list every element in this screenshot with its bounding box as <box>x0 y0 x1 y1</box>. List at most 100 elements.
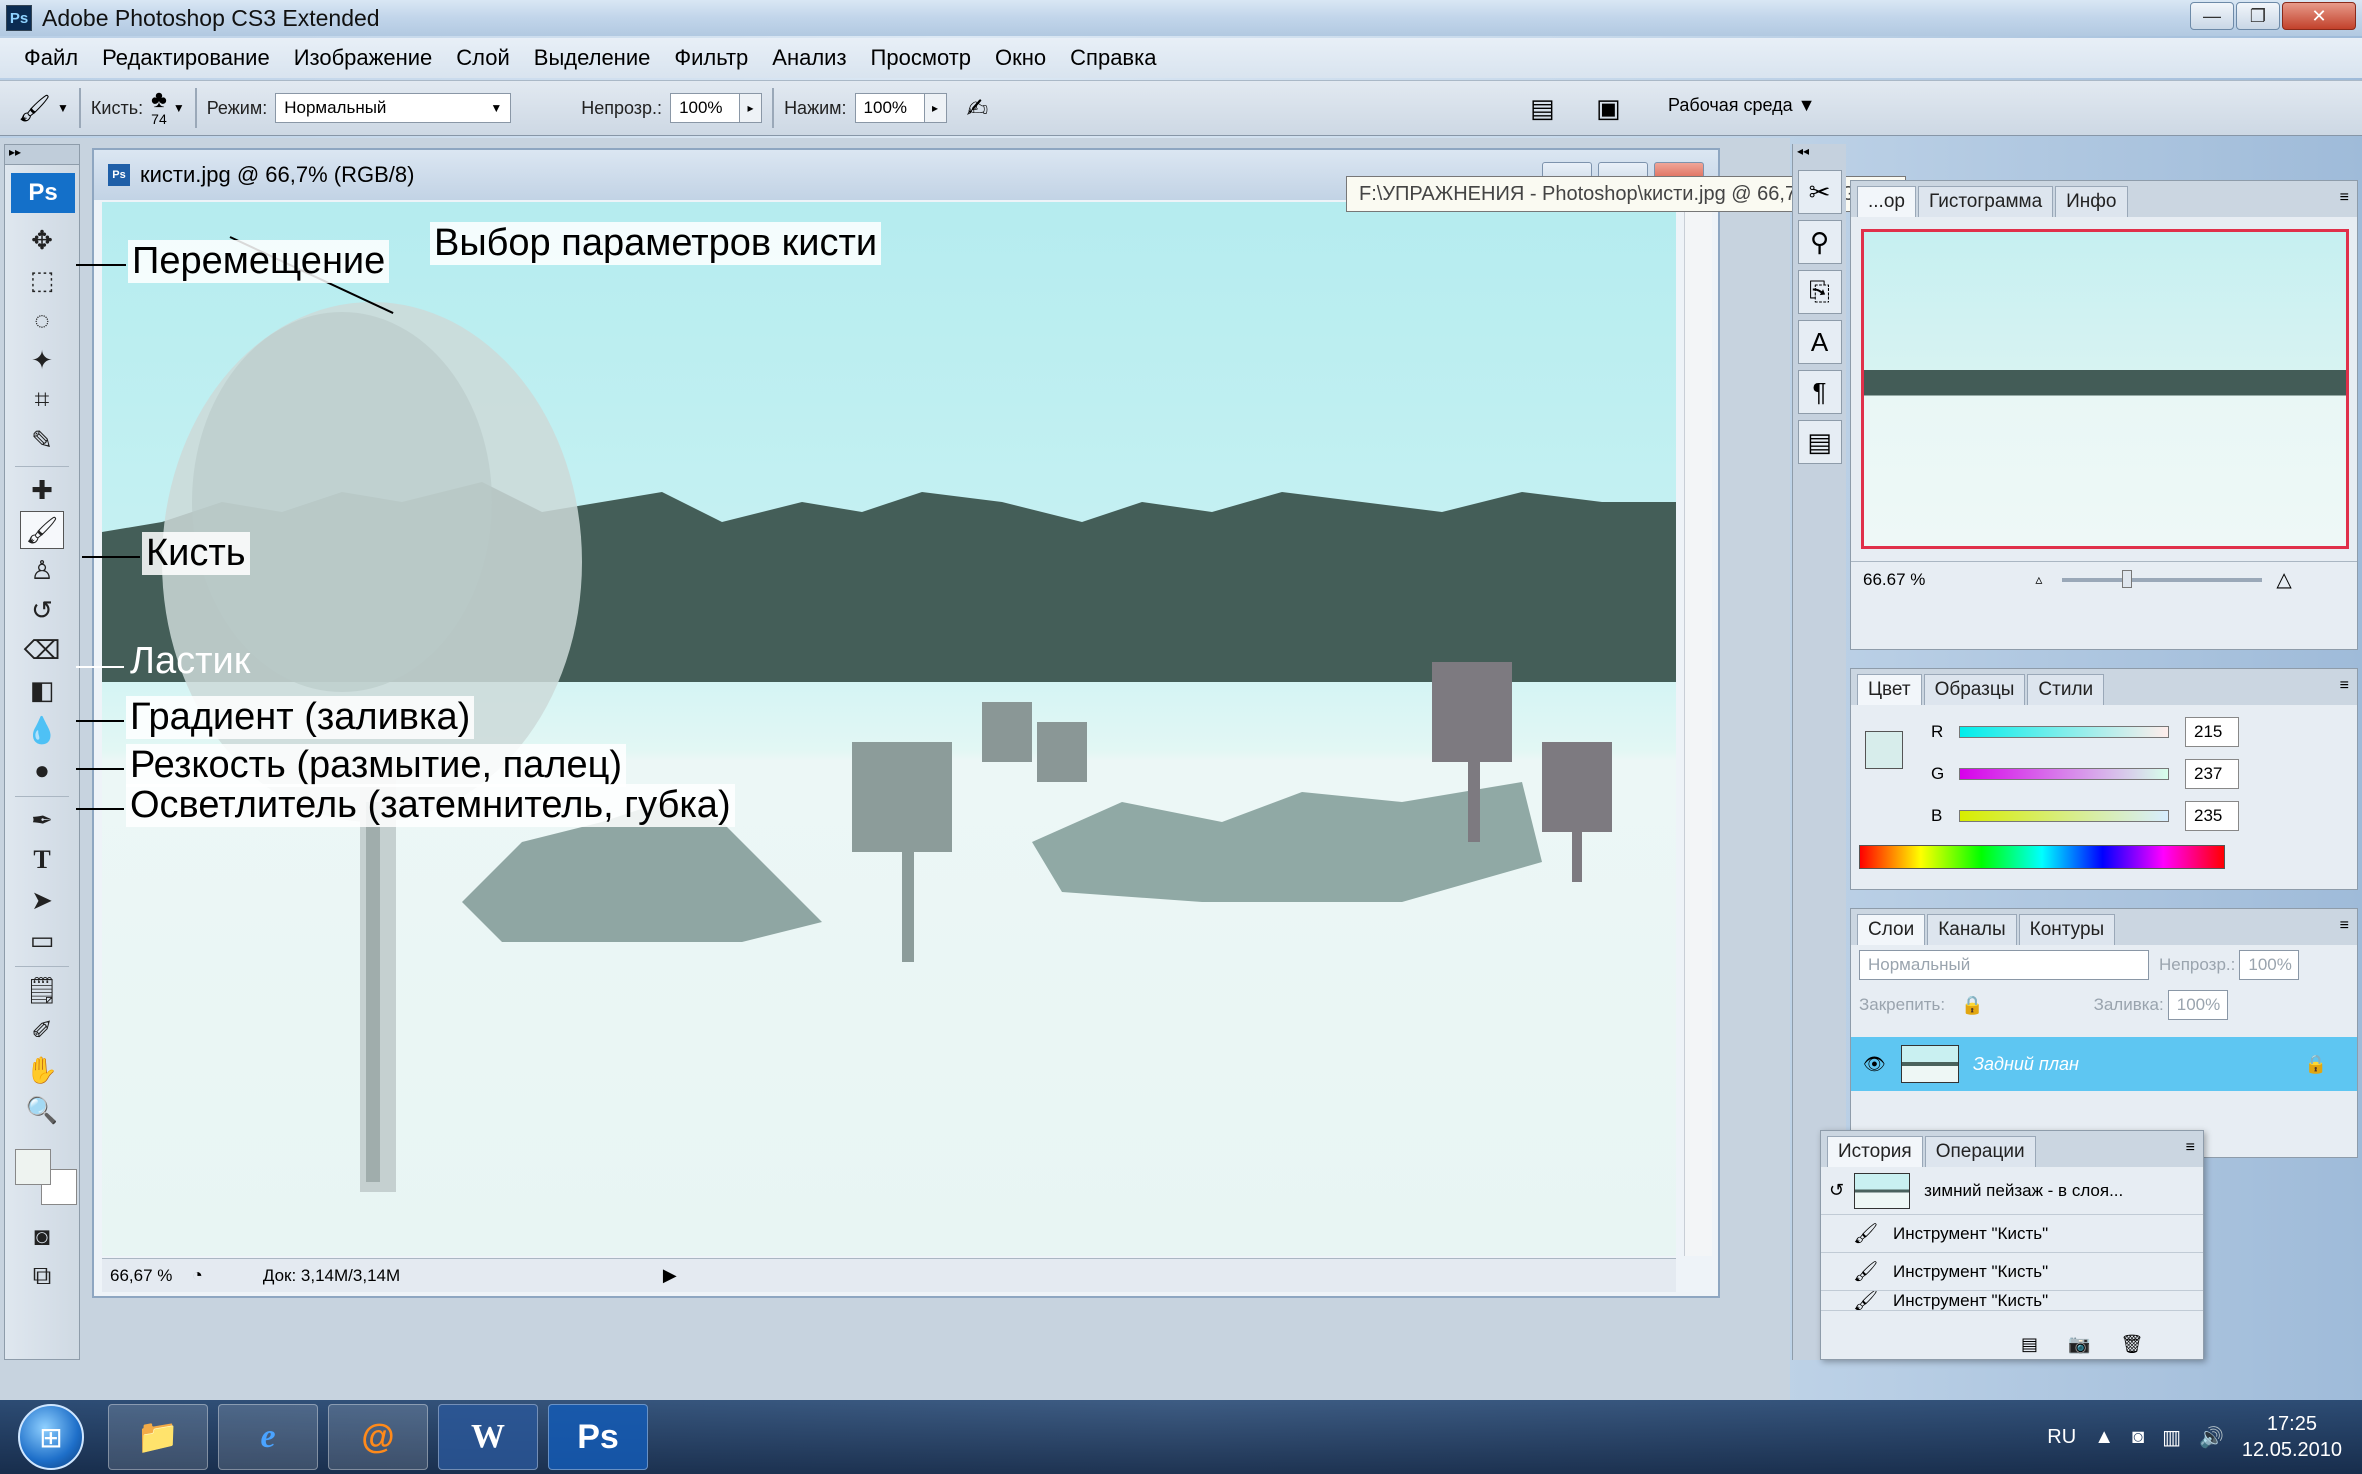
tools-panel-grip[interactable]: ▸▸ <box>5 145 79 165</box>
tab-info[interactable]: Инфо <box>2055 186 2128 217</box>
menu-layer[interactable]: Слой <box>444 41 522 75</box>
tab-channels[interactable]: Каналы <box>1927 914 2017 945</box>
history-panel-menu-icon[interactable]: ≡ <box>2186 1139 2195 1157</box>
zoom-slider[interactable] <box>2062 569 2263 588</box>
menu-help[interactable]: Справка <box>1058 41 1168 75</box>
notes-tool-icon[interactable]: 🗒 <box>20 971 64 1009</box>
tab-swatches[interactable]: Образцы <box>1923 674 2026 705</box>
workspace-menu[interactable]: Рабочая среда ▼ <box>1668 95 1815 116</box>
ie-taskbar-button[interactable]: e <box>218 1404 318 1470</box>
menu-image[interactable]: Изображение <box>282 41 445 75</box>
green-slider[interactable] <box>1959 768 2169 780</box>
clone-source-icon[interactable]: ⎘ <box>1797 270 1842 314</box>
color-spectrum[interactable] <box>1859 845 2225 869</box>
path-selection-tool-icon[interactable]: ➤ <box>20 881 64 919</box>
vertical-scrollbar[interactable] <box>1684 202 1712 1256</box>
red-slider[interactable] <box>1959 726 2169 738</box>
status-options-icon[interactable]: ◔ <box>192 1265 203 1286</box>
layer-row[interactable]: 👁 Задний план 🔒 <box>1851 1037 2357 1091</box>
move-tool-icon[interactable]: ✥ <box>20 221 64 259</box>
new-snapshot-icon[interactable]: 📷 <box>2068 1334 2090 1355</box>
tab-color[interactable]: Цвет <box>1857 674 1922 705</box>
language-indicator[interactable]: RU <box>2047 1426 2076 1449</box>
panel-menu-icon[interactable]: ≡ <box>2340 189 2349 207</box>
red-value[interactable]: 215 <box>2185 717 2239 747</box>
lock-icon[interactable]: 🔒 <box>1961 995 1983 1016</box>
tab-navigator[interactable]: ...ор <box>1857 186 1916 217</box>
eye-icon[interactable]: 👁 <box>1863 1054 1886 1075</box>
clone-stamp-tool-icon[interactable]: ♙ <box>20 551 64 589</box>
bridge-icon[interactable]: ▣ <box>1596 93 1621 124</box>
menu-file[interactable]: Файл <box>12 41 90 75</box>
start-button[interactable]: ⊞ <box>18 1404 84 1470</box>
tab-paths[interactable]: Контуры <box>2018 914 2116 945</box>
tab-styles[interactable]: Стили <box>2027 674 2105 705</box>
slice-tool-icon[interactable]: ✎ <box>20 421 64 459</box>
layer-comps-icon[interactable]: ▤ <box>1797 420 1842 464</box>
palette-well-icon[interactable]: ▤ <box>1530 93 1555 124</box>
menu-select[interactable]: Выделение <box>522 41 663 75</box>
type-tool-icon[interactable]: T <box>20 841 64 879</box>
photoshop-taskbar-button[interactable]: Ps <box>548 1404 648 1470</box>
screen-mode-icon[interactable]: ⧉ <box>20 1257 64 1295</box>
eyedropper-tool-icon[interactable]: ✐ <box>20 1011 64 1049</box>
shape-tool-icon[interactable]: ▭ <box>20 921 64 959</box>
close-button[interactable]: ✕ <box>2282 2 2356 30</box>
airbrush-icon[interactable]: ✍ <box>967 93 989 124</box>
tab-histogram[interactable]: Гистограмма <box>1917 186 2054 217</box>
navigator-zoom[interactable]: 66.67 % <box>1863 570 1925 590</box>
marquee-tool-icon[interactable]: ⬚ <box>20 261 64 299</box>
zoom-level[interactable]: 66,67 % <box>102 1266 192 1286</box>
navigator-preview[interactable] <box>1861 229 2349 549</box>
foreground-color-chip[interactable] <box>1865 731 1903 769</box>
menu-view[interactable]: Просмотр <box>859 41 983 75</box>
ps-logo[interactable]: Ps <box>11 173 75 213</box>
green-value[interactable]: 237 <box>2185 759 2239 789</box>
paragraph-icon[interactable]: ¶ <box>1797 370 1842 414</box>
trash-icon[interactable]: 🗑 <box>2120 1334 2143 1355</box>
history-brush-tool-icon[interactable]: ↺ <box>20 591 64 629</box>
history-brush-source-icon[interactable]: ↺ <box>1829 1180 1844 1201</box>
mail-taskbar-button[interactable]: @ <box>328 1404 428 1470</box>
tab-history[interactable]: История <box>1827 1136 1923 1167</box>
lasso-tool-icon[interactable]: ◌ <box>20 301 64 339</box>
color-panel-menu-icon[interactable]: ≡ <box>2340 677 2349 695</box>
zoom-tool-icon[interactable]: 🔍 <box>20 1091 64 1129</box>
layers-opacity-input[interactable]: 100% <box>2239 950 2300 980</box>
explorer-taskbar-button[interactable]: 📁 <box>108 1404 208 1470</box>
tab-actions[interactable]: Операции <box>1924 1136 2036 1167</box>
foreground-color-swatch[interactable] <box>15 1149 51 1185</box>
brush-tool-icon[interactable]: 🖌 <box>20 511 64 549</box>
pen-tool-icon[interactable]: ✒ <box>20 801 64 839</box>
menu-filter[interactable]: Фильтр <box>662 41 760 75</box>
network-icon[interactable]: ▥ <box>2162 1425 2181 1450</box>
gradient-tool-icon[interactable]: ◧ <box>20 671 64 709</box>
antivirus-icon[interactable]: ◙ <box>2132 1426 2144 1449</box>
menu-edit[interactable]: Редактирование <box>90 41 282 75</box>
tool-presets-icon[interactable]: ✂ <box>1797 170 1842 214</box>
fill-input[interactable]: 100% <box>2167 990 2228 1020</box>
opacity-slider-button[interactable]: ▸ <box>740 93 763 123</box>
eraser-tool-icon[interactable]: ⌫ <box>20 631 64 669</box>
blur-tool-icon[interactable]: 💧 <box>20 711 64 749</box>
zoom-in-icon[interactable]: △ <box>2276 567 2291 592</box>
brush-picker[interactable]: ♣ 74 <box>151 88 167 128</box>
healing-brush-tool-icon[interactable]: ✚ <box>20 471 64 509</box>
clock[interactable]: 17:25 12.05.2010 <box>2242 1411 2342 1463</box>
brushes-icon[interactable]: ⚲ <box>1797 220 1842 264</box>
color-swatches[interactable] <box>5 1145 79 1215</box>
brush-tool-preset-icon[interactable]: 🖌 <box>18 93 51 124</box>
blue-slider[interactable] <box>1959 810 2169 822</box>
volume-icon[interactable]: 🔊 <box>2199 1425 2224 1450</box>
tray-expand-icon[interactable]: ▲ <box>2094 1426 2114 1449</box>
character-icon[interactable]: A <box>1797 320 1842 364</box>
mode-select[interactable]: Нормальный ▼ <box>275 93 512 123</box>
brush-dropdown-icon[interactable]: ▼ <box>173 101 185 115</box>
new-document-icon[interactable]: ▤ <box>2021 1334 2038 1355</box>
history-step[interactable]: 🖌 Инструмент "Кисть" <box>1821 1253 2203 1291</box>
quick-mask-icon[interactable]: ◙ <box>20 1217 64 1255</box>
blend-mode-select[interactable]: Нормальный <box>1859 950 2149 980</box>
flow-slider-button[interactable]: ▸ <box>924 93 947 123</box>
hand-tool-icon[interactable]: ✋ <box>20 1051 64 1089</box>
maximize-button[interactable]: ❐ <box>2236 2 2280 30</box>
